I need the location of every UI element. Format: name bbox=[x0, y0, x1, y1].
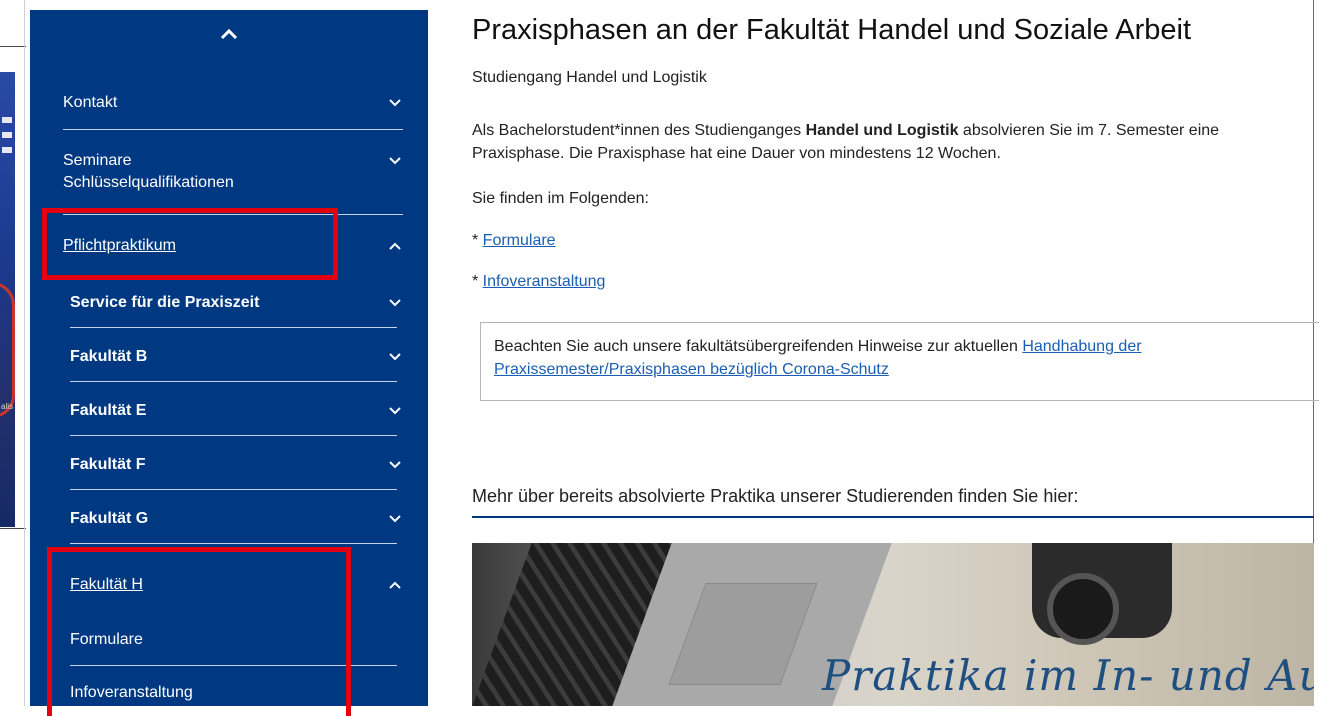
background-photo-fragment: alis bbox=[0, 72, 15, 527]
sidebar-item-fakultaet-f[interactable]: Fakultät F bbox=[70, 454, 403, 476]
sidebar-item-label: Fakultät B bbox=[70, 348, 148, 365]
sidebar-item-label: Fakultät E bbox=[70, 402, 147, 419]
more-internships-heading: Mehr über bereits absolvierte Praktika u… bbox=[472, 486, 1079, 506]
intro-paragraph: Als Bachelorstudent*innen des Studiengan… bbox=[472, 119, 1302, 165]
sidebar-item-label: Seminare Schlüsselqualifikationen bbox=[63, 152, 234, 191]
corona-notice-box: Beachten Sie auch unsere fakultätsübergr… bbox=[480, 322, 1319, 401]
chevron-down-icon[interactable] bbox=[387, 153, 403, 169]
infoveranstaltung-link[interactable]: Infoveranstaltung bbox=[483, 273, 606, 290]
sidebar-divider bbox=[70, 327, 397, 328]
following-text: Sie finden im Folgenden: bbox=[472, 190, 649, 207]
main-content: Praxisphasen an der Fakultät Handel und … bbox=[472, 0, 1319, 706]
sidebar-item-label: Fakultät G bbox=[70, 510, 149, 527]
program-name: Handel und Logistik bbox=[805, 122, 959, 139]
page-subtitle: Studiengang Handel und Logistik bbox=[472, 69, 707, 86]
collapse-menu-button[interactable] bbox=[30, 10, 428, 58]
left-bottom-rule bbox=[0, 528, 26, 529]
chevron-up-icon[interactable] bbox=[387, 238, 403, 254]
chevron-down-icon[interactable] bbox=[387, 349, 403, 365]
chevron-down-icon[interactable] bbox=[387, 511, 403, 527]
sidebar-item-seminare[interactable]: Seminare Schlüsselqualifikationen bbox=[63, 150, 403, 194]
sidebar-navigation: Kontakt Seminare Schlüsselqualifikatione… bbox=[30, 10, 428, 716]
internships-banner-image[interactable]: Praktika im In- und Ausland bbox=[472, 543, 1314, 706]
sidebar-item-label: Fakultät F bbox=[70, 456, 146, 473]
camera-lens bbox=[1047, 573, 1119, 645]
sidebar-divider bbox=[70, 435, 397, 436]
sidebar-divider bbox=[70, 489, 397, 490]
highlight-box-pflichtpraktikum bbox=[42, 208, 338, 280]
sidebar-item-label: Service für die Praxiszeit bbox=[70, 294, 260, 311]
left-top-rule bbox=[0, 46, 26, 47]
notice-text: Beachten Sie auch unsere fakultätsübergr… bbox=[494, 338, 1023, 355]
bullet-prefix: * bbox=[472, 273, 483, 290]
sidebar-item-label: Kontakt bbox=[63, 94, 118, 111]
sidebar-divider bbox=[70, 381, 397, 382]
bullet-prefix: * bbox=[472, 232, 483, 249]
section-rule bbox=[472, 516, 1314, 518]
highlight-box-fakultaet-h bbox=[47, 547, 351, 716]
page-title: Praxisphasen an der Fakultät Handel und … bbox=[472, 14, 1191, 46]
sidebar-item-service-praxiszeit[interactable]: Service für die Praxiszeit bbox=[70, 292, 403, 314]
list-item: * Infoveranstaltung bbox=[472, 273, 605, 291]
chevron-down-icon[interactable] bbox=[387, 295, 403, 311]
intro-text-start: Als Bachelorstudent*innen des Studiengan… bbox=[472, 122, 806, 139]
sidebar-divider bbox=[70, 543, 397, 544]
sidebar-item-fakultaet-g[interactable]: Fakultät G bbox=[70, 508, 403, 530]
sidebar-divider bbox=[63, 129, 403, 130]
sidebar-item-fakultaet-b[interactable]: Fakultät B bbox=[70, 346, 403, 368]
list-item: * Formulare bbox=[472, 232, 556, 250]
chevron-down-icon[interactable] bbox=[387, 457, 403, 473]
formulare-link[interactable]: Formulare bbox=[483, 232, 556, 249]
sidebar-item-fakultaet-e[interactable]: Fakultät E bbox=[70, 400, 403, 422]
sidebar-item-kontakt[interactable]: Kontakt bbox=[63, 92, 403, 114]
banner-caption: Praktika im In- und Ausland bbox=[822, 651, 1314, 700]
chevron-down-icon[interactable] bbox=[387, 403, 403, 419]
chevron-up-icon bbox=[220, 28, 238, 40]
chevron-up-icon[interactable] bbox=[387, 577, 403, 593]
chevron-down-icon[interactable] bbox=[387, 95, 403, 111]
left-page-border bbox=[24, 0, 25, 706]
